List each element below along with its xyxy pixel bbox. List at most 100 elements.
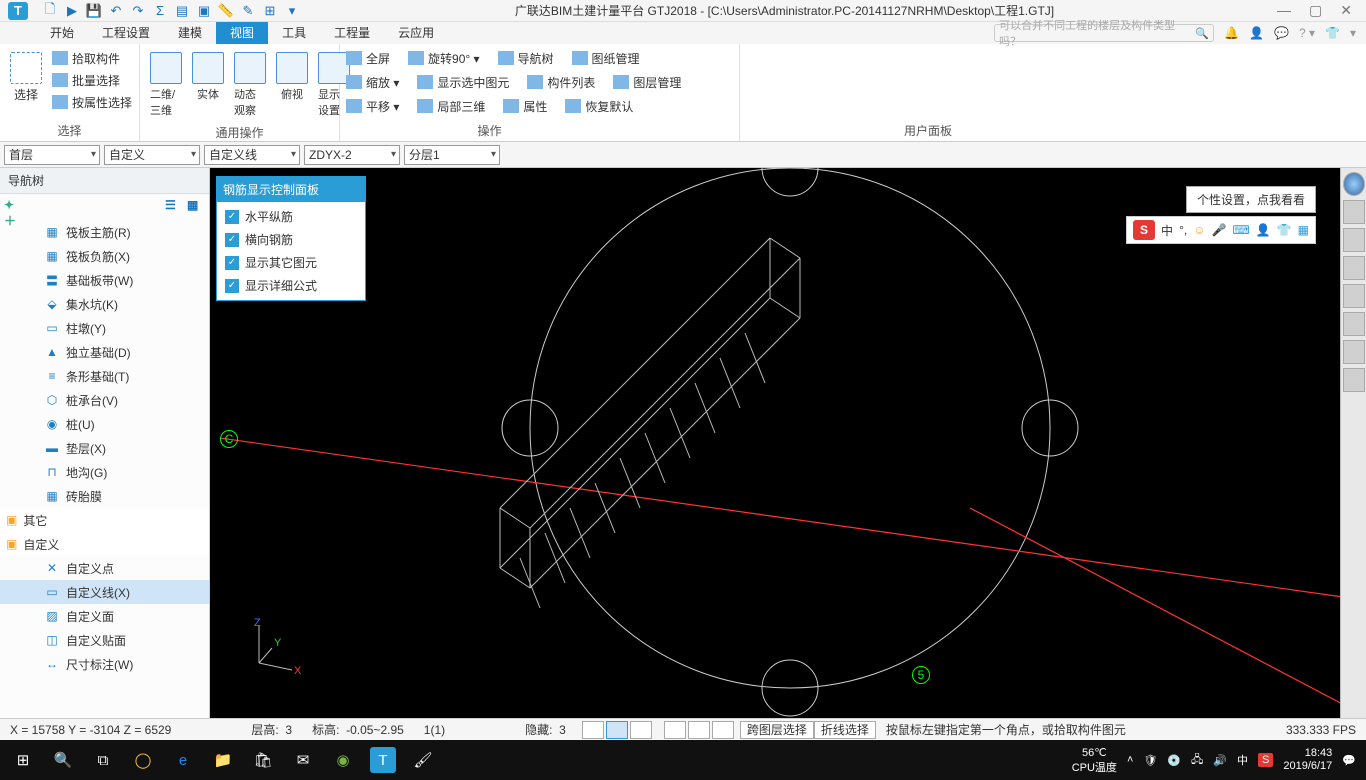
ribbon-op-item[interactable]: 全屏 xyxy=(346,48,390,68)
tray-vol-icon[interactable]: 🔊 xyxy=(1213,754,1227,767)
menu-3[interactable]: 视图 xyxy=(216,22,268,44)
add-icon[interactable]: ✦＋ xyxy=(4,198,22,214)
tree-item[interactable]: ▬垫层(X) xyxy=(0,436,209,460)
qat-grid-icon[interactable]: ⊞ xyxy=(262,3,278,19)
ribbon-op-item[interactable]: 平移 ▾ xyxy=(346,96,399,116)
tree-item[interactable]: ✕自定义点 xyxy=(0,556,209,580)
qat-undo-icon[interactable]: ↶ xyxy=(108,3,124,19)
rebar-checkbox[interactable]: ✓横向钢筋 xyxy=(225,231,357,248)
side-refresh-icon[interactable] xyxy=(1343,312,1365,336)
tree-item[interactable]: ⬡桩承台(V) xyxy=(0,388,209,412)
tray-shield-icon[interactable]: 🛡 xyxy=(1143,754,1157,767)
side-settings-icon[interactable] xyxy=(1343,368,1365,392)
ime-skin-icon[interactable]: 👕 xyxy=(1277,223,1292,237)
cortana-icon[interactable]: ◯ xyxy=(130,747,156,773)
side-2d-icon[interactable] xyxy=(1343,200,1365,224)
rebar-checkbox[interactable]: ✓水平纵筋 xyxy=(225,208,357,225)
category-combo[interactable]: 自定义 xyxy=(104,145,200,165)
menu-0[interactable]: 开始 xyxy=(36,22,88,44)
polyline-select[interactable]: 折线选择 xyxy=(814,721,876,739)
tree-item[interactable]: ⬙集水坑(K) xyxy=(0,292,209,316)
qat-redo-icon[interactable]: ↷ xyxy=(130,3,146,19)
close-icon[interactable]: ✕ xyxy=(1340,2,1352,19)
snap-btn-6[interactable] xyxy=(712,721,734,739)
side-layers-icon[interactable] xyxy=(1343,340,1365,364)
cross-layer-select[interactable]: 跨图层选择 xyxy=(740,721,814,739)
help-search[interactable]: 可以合并不同工程的楼层及构件类型吗？ 🔍 xyxy=(994,24,1214,42)
ime-keyboard-icon[interactable]: ⌨ xyxy=(1232,223,1249,237)
start-icon[interactable]: ⊞ xyxy=(10,747,36,773)
tray-clock[interactable]: 18:43 2019/6/17 xyxy=(1283,747,1332,773)
skin-icon[interactable]: 👕 xyxy=(1325,26,1340,40)
rebar-checkbox[interactable]: ✓显示详细公式 xyxy=(225,277,357,294)
ime-grid-icon[interactable]: ▦ xyxy=(1298,223,1309,237)
help-icon[interactable]: ? ▾ xyxy=(1299,26,1315,40)
select-button[interactable]: 选择 xyxy=(6,48,46,107)
user-icon[interactable]: 👤 xyxy=(1249,26,1264,40)
tray-notif-icon[interactable]: 💬 xyxy=(1342,754,1356,767)
floor-combo[interactable]: 首层 xyxy=(4,145,100,165)
qat-ruler-icon[interactable]: 📏 xyxy=(218,3,234,19)
app1-icon[interactable]: ◉ xyxy=(330,747,356,773)
ime-emoji-icon[interactable]: ☺ xyxy=(1193,223,1205,237)
settings-tooltip[interactable]: 个性设置，点我看看 xyxy=(1186,186,1316,213)
menu-5[interactable]: 工程量 xyxy=(320,22,384,44)
bell-icon[interactable]: 🔔 xyxy=(1224,26,1239,40)
tray-disk-icon[interactable]: 💿 xyxy=(1167,754,1181,767)
ribbon-op-item[interactable]: 局部三维 xyxy=(417,96,485,116)
tray-s-icon[interactable]: S xyxy=(1258,753,1273,767)
menu-1[interactable]: 工程设置 xyxy=(88,22,164,44)
snap-btn-4[interactable] xyxy=(664,721,686,739)
ribbon-op-item[interactable]: 导航树 xyxy=(498,48,554,68)
ribbon-op-item[interactable]: 图纸管理 xyxy=(572,48,640,68)
side-cube1-icon[interactable] xyxy=(1343,228,1365,252)
ribbon-big-item[interactable]: 实体 xyxy=(188,48,228,106)
ribbon-op-item[interactable]: 恢复默认 xyxy=(565,96,633,116)
ribbon-item[interactable]: 按属性选择 xyxy=(52,92,132,112)
tree-item[interactable]: ▦筏板负筋(X) xyxy=(0,244,209,268)
minimize-icon[interactable]: — xyxy=(1277,2,1291,19)
taskview-icon[interactable]: ⧉ xyxy=(90,747,116,773)
mail-icon[interactable]: ✉ xyxy=(290,747,316,773)
tree-item[interactable]: ▭柱墩(Y) xyxy=(0,316,209,340)
store-icon[interactable]: 🛍 xyxy=(250,747,276,773)
element-combo[interactable]: ZDYX-2 xyxy=(304,145,400,165)
tree-item[interactable]: ▦筏板主筋(R) xyxy=(0,220,209,244)
qat-open-icon[interactable]: ▶ xyxy=(64,3,80,19)
tray-up-icon[interactable]: ˄ xyxy=(1127,754,1133,766)
tree-item[interactable]: ⊓地沟(G) xyxy=(0,460,209,484)
menu-2[interactable]: 建模 xyxy=(164,22,216,44)
qat-new-icon[interactable]: 🗋 xyxy=(42,3,58,19)
grid-view-icon[interactable]: ▦ xyxy=(187,198,205,214)
ribbon-big-item[interactable]: 俯视 xyxy=(272,48,312,106)
maximize-icon[interactable]: ▢ xyxy=(1309,2,1322,19)
tree-item[interactable]: 〓基础板带(W) xyxy=(0,268,209,292)
snap-btn-1[interactable] xyxy=(582,721,604,739)
qat-save-icon[interactable]: 💾 xyxy=(86,3,102,19)
menu-4[interactable]: 工具 xyxy=(268,22,320,44)
ime-mic-icon[interactable]: 🎤 xyxy=(1211,223,1226,237)
ribbon-op-item[interactable]: 图层管理 xyxy=(613,72,681,92)
ribbon-big-item[interactable]: 二维/三维 xyxy=(146,48,186,122)
side-cube3-icon[interactable] xyxy=(1343,284,1365,308)
side-cube2-icon[interactable] xyxy=(1343,256,1365,280)
snap-btn-5[interactable] xyxy=(688,721,710,739)
ime-toolbar[interactable]: S 中 °, ☺ 🎤 ⌨ 👤 👕 ▦ xyxy=(1126,216,1316,244)
tree-item[interactable]: ↔尺寸标注(W) xyxy=(0,652,209,676)
tray-ime-icon[interactable]: 中 xyxy=(1237,752,1248,768)
ribbon-item[interactable]: 批量选择 xyxy=(52,70,132,90)
list-view-icon[interactable]: ☰ xyxy=(165,198,183,214)
ribbon-big-item[interactable]: 动态观察 xyxy=(230,48,270,122)
tree-item[interactable]: ▦砖胎膜 xyxy=(0,484,209,508)
ribbon-op-item[interactable]: 构件列表 xyxy=(527,72,595,92)
tree-category[interactable]: ▣ 自定义 xyxy=(0,532,209,556)
ime-punct-icon[interactable]: °, xyxy=(1179,223,1187,237)
tray-net-icon[interactable]: 🖧 xyxy=(1191,751,1203,770)
qat-sum-icon[interactable]: Σ xyxy=(152,3,168,19)
qat-edit-icon[interactable]: ✎ xyxy=(240,3,256,19)
ribbon-op-item[interactable]: 属性 xyxy=(503,96,547,116)
ribbon-op-item[interactable]: 旋转90° ▾ xyxy=(408,48,480,68)
snap-btn-3[interactable] xyxy=(630,721,652,739)
rebar-checkbox[interactable]: ✓显示其它图元 xyxy=(225,254,357,271)
qat-layer-icon[interactable]: ▤ xyxy=(174,3,190,19)
